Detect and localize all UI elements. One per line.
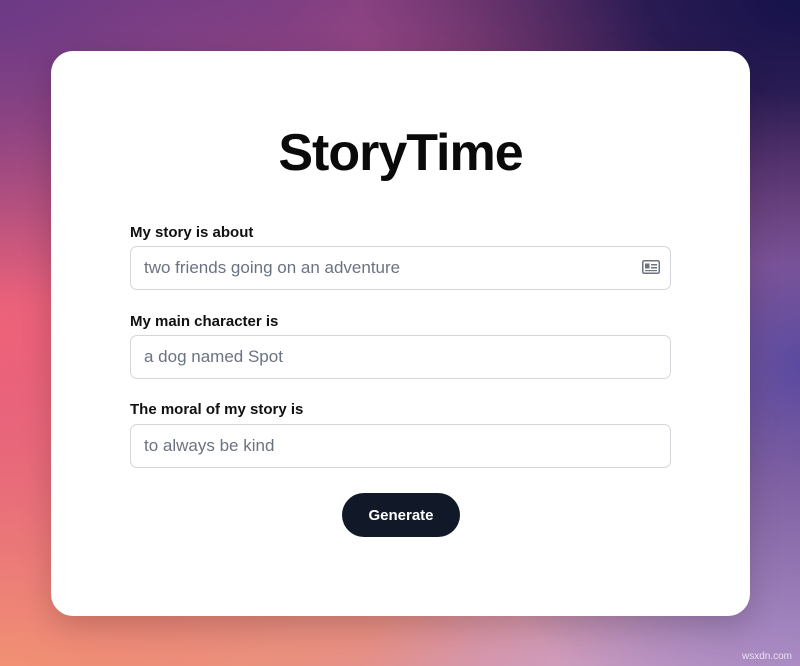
page-title: StoryTime: [278, 124, 523, 182]
contact-card-icon[interactable]: [642, 260, 660, 274]
story-moral-label: The moral of my story is: [130, 401, 304, 418]
main-character-label: My main character is: [130, 313, 279, 330]
generate-button[interactable]: Generate: [342, 493, 460, 537]
watermark: wsxdn.com: [741, 651, 792, 662]
story-moral-input[interactable]: [130, 424, 671, 468]
story-about-label: My story is about: [130, 224, 254, 241]
story-form-card: StoryTime My story is about My main char…: [51, 51, 750, 616]
story-about-input[interactable]: [130, 246, 671, 290]
main-character-input[interactable]: [130, 335, 671, 379]
